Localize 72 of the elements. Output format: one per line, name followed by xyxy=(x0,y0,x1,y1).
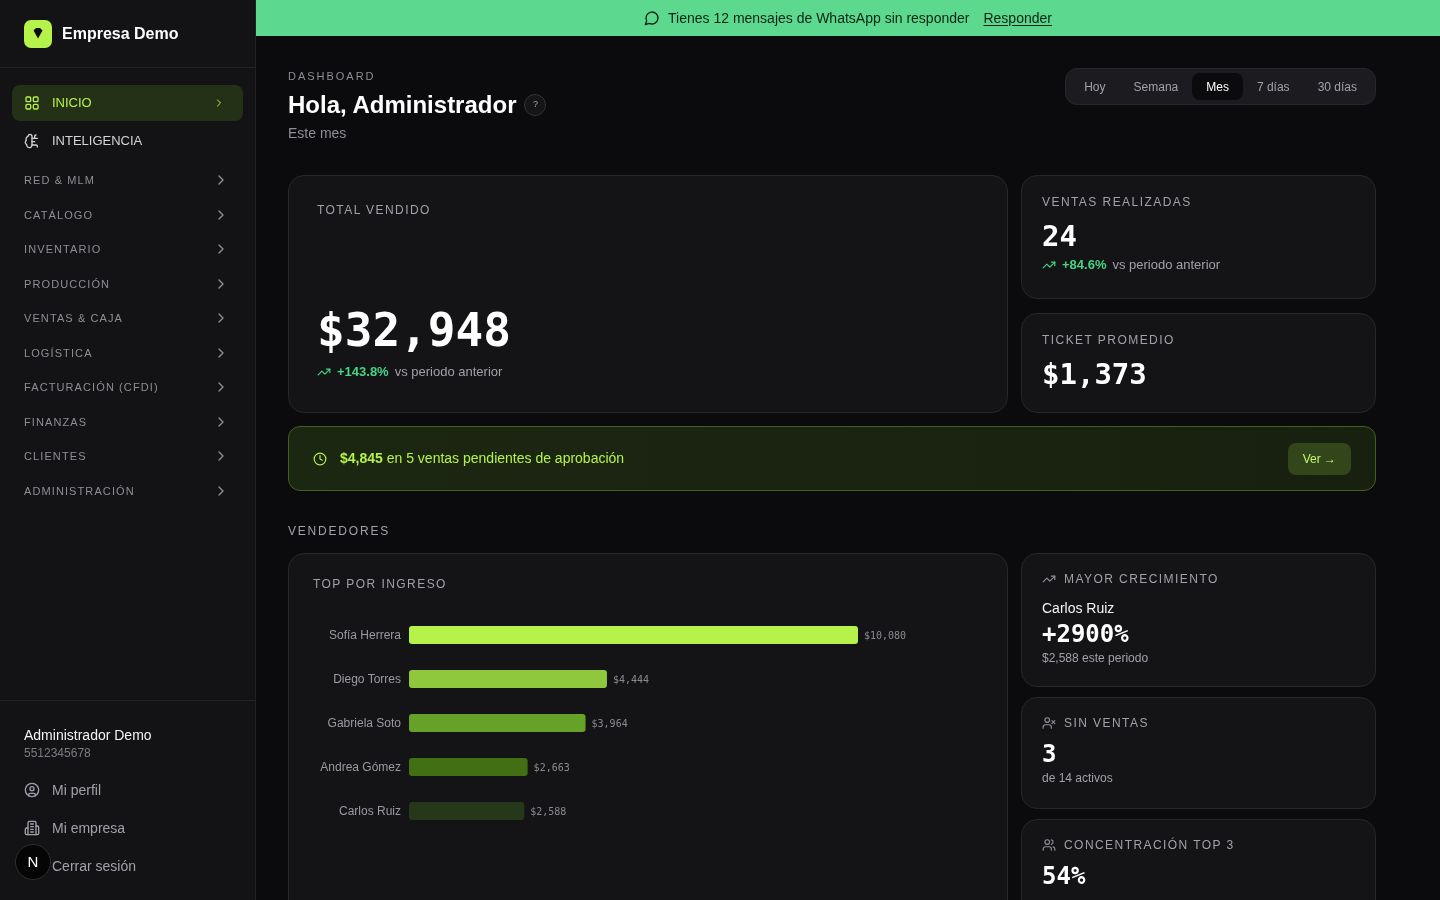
bar-label: Diego Torres xyxy=(333,672,401,686)
nav-item[interactable]: INICIO xyxy=(12,85,243,121)
card-title: MAYOR CRECIMIENTO xyxy=(1064,571,1219,587)
clock-icon xyxy=(313,451,327,466)
card-title: SIN VENTAS xyxy=(1064,715,1149,731)
change-value: +84.6% xyxy=(1062,256,1107,274)
period-tab[interactable]: 7 días xyxy=(1242,73,1304,100)
comparison-text: vs periodo anterior xyxy=(394,363,503,381)
nav-item[interactable]: INTELIGENCIA xyxy=(12,123,243,159)
account-menu-item[interactable]: Mi empresa xyxy=(24,809,126,847)
period-tab[interactable]: Semana xyxy=(1119,73,1193,100)
bar-label: Carlos Ruiz xyxy=(339,804,401,818)
nav-group[interactable]: INVENTARIO xyxy=(12,232,243,267)
card-title: CONCENTRACIÓN TOP 3 xyxy=(1064,837,1235,853)
nav-group[interactable]: FINANZAS xyxy=(12,404,243,439)
building-icon xyxy=(24,820,40,836)
help-button[interactable]: ? xyxy=(524,94,547,116)
nav-group[interactable]: PRODUCCIÓN xyxy=(12,266,243,301)
kpi-label: TICKET PROMEDIO xyxy=(1042,332,1175,348)
period-tab[interactable]: Hoy xyxy=(1070,73,1120,100)
bar-label: Andrea Gómez xyxy=(320,760,401,774)
user-name: Administrador Demo xyxy=(24,726,152,745)
nav-group[interactable]: ADMINISTRACIÓN xyxy=(12,473,243,508)
value-label: $3,964 xyxy=(591,717,628,729)
user-phone: 5512345678 xyxy=(24,745,91,761)
period-tab[interactable]: 30 días xyxy=(1303,73,1371,100)
gem-logo-icon xyxy=(24,19,52,48)
grid-icon xyxy=(24,95,40,111)
nav-group[interactable]: CATÁLOGO xyxy=(12,197,243,232)
section-heading: VENDEDORES xyxy=(288,523,391,539)
bar-label: Gabriela Soto xyxy=(327,716,401,730)
chart-title: TOP POR INGRESO xyxy=(313,576,447,592)
page-eyebrow: DASHBOARD xyxy=(288,69,376,84)
stat-value: 54% xyxy=(1042,862,1086,890)
page-subtitle: Este mes xyxy=(288,124,347,143)
pending-sales-text: $4,845 en 5 ventas pendientes de aprobación xyxy=(340,449,625,468)
stat-value: 3 xyxy=(1042,740,1057,768)
account-menu-item[interactable]: Cerrar sesión xyxy=(52,847,137,885)
value-label: $2,663 xyxy=(533,761,570,773)
nav-group[interactable]: VENTAS & CAJA xyxy=(12,301,243,336)
stat-value: +2900% xyxy=(1042,620,1129,648)
bar-label: Sofía Herrera xyxy=(328,628,401,642)
banner-message: Tienes 12 mensajes de WhatsApp sin responder xyxy=(668,8,970,28)
nav-group[interactable]: LOGÍSTICA xyxy=(12,335,243,370)
kpi-value: $32,948 xyxy=(317,302,511,358)
change-value: +143.8% xyxy=(337,363,389,381)
value-label: $4,444 xyxy=(612,673,650,685)
user-icon xyxy=(24,782,40,798)
nav-group[interactable]: FACTURACIÓN (CFDI) xyxy=(12,370,243,405)
reply-link[interactable]: Responder xyxy=(983,7,1052,29)
brain-icon xyxy=(24,133,40,149)
chat-bubble-icon xyxy=(644,10,661,26)
period-tab[interactable]: Mes xyxy=(1192,73,1243,100)
nav-group[interactable]: CLIENTES xyxy=(12,439,243,474)
kpi-label: VENTAS REALIZADAS xyxy=(1042,194,1192,210)
value-label: $2,588 xyxy=(530,805,567,817)
comparison-text: vs periodo anterior xyxy=(1112,256,1221,274)
brand-name: Empresa Demo xyxy=(62,23,179,44)
stat-note: $2,588 este periodo xyxy=(1042,650,1149,666)
nav-group[interactable]: RED & MLM xyxy=(12,163,243,198)
view-button[interactable]: Ver → xyxy=(1287,442,1351,475)
kpi-value: $1,373 xyxy=(1042,356,1147,392)
user-x-icon xyxy=(1042,716,1056,730)
kpi-value: 24 xyxy=(1042,218,1077,254)
users-icon xyxy=(1042,838,1056,852)
value-label: $10,080 xyxy=(864,629,907,641)
seller-name: Carlos Ruiz xyxy=(1042,599,1115,618)
page-title: Hola, Administrador xyxy=(288,90,517,120)
kpi-label: TOTAL VENDIDO xyxy=(317,202,431,218)
stat-note: de 14 activos xyxy=(1042,770,1113,786)
dev-tools-badge[interactable]: N xyxy=(15,844,51,880)
account-menu-item[interactable]: Mi perfil xyxy=(24,771,101,809)
